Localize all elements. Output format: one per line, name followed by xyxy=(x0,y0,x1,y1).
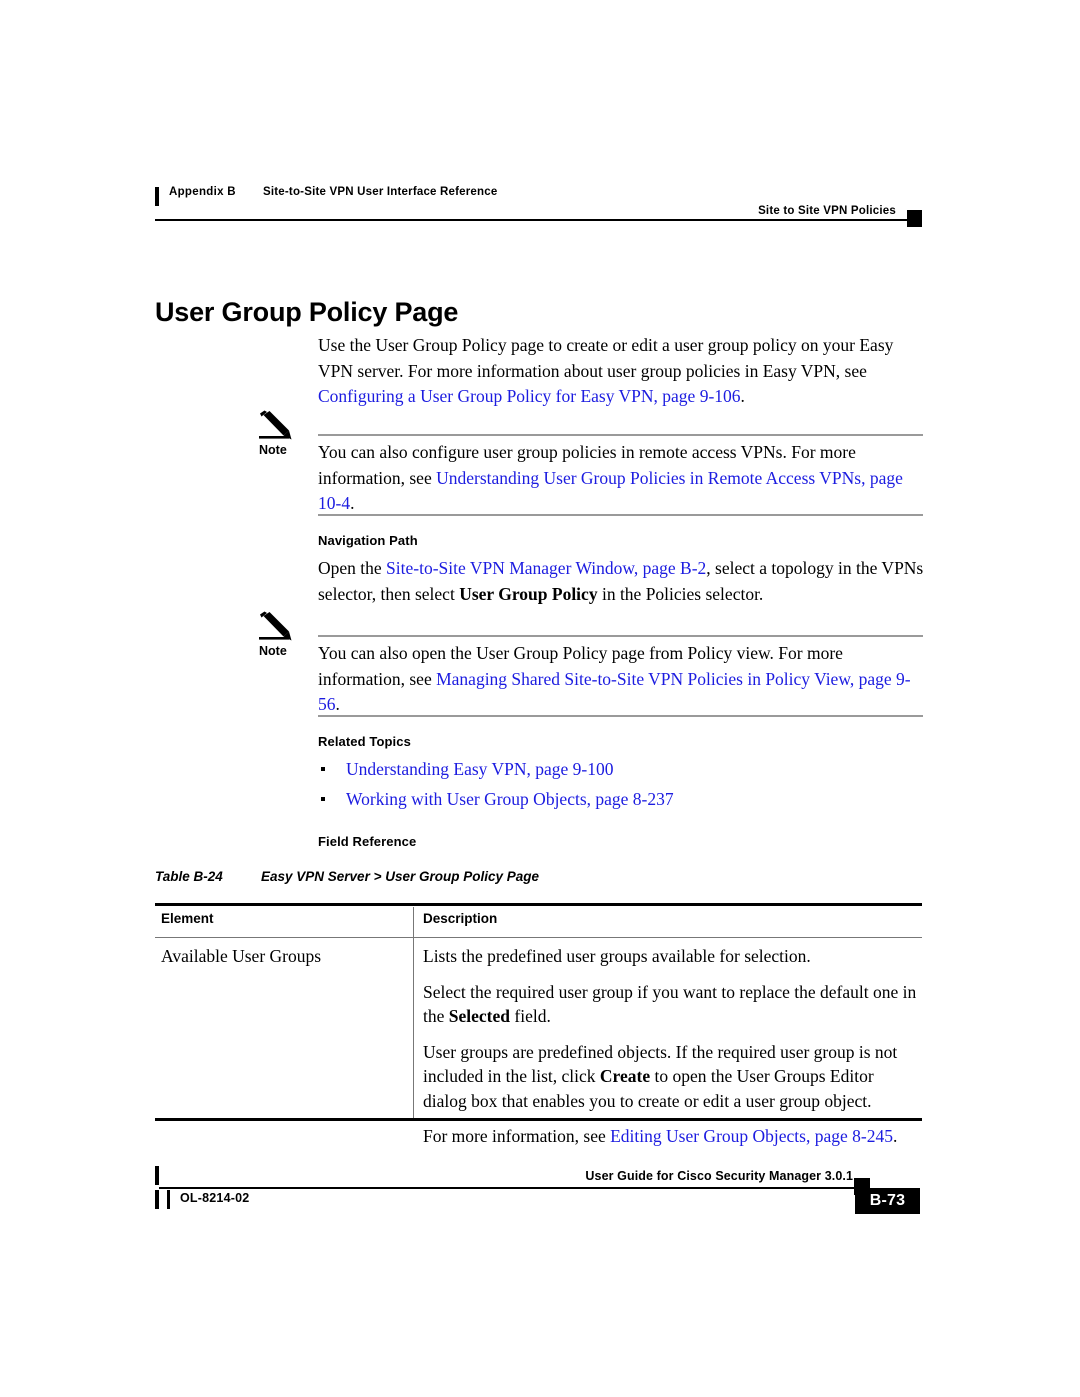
field-reference-heading: Field Reference xyxy=(318,834,417,849)
intro-text-1: Use the User Group Policy page to create… xyxy=(318,335,894,381)
note-rule-top-2 xyxy=(318,635,923,637)
desc-4-link-editing-user-group-objects[interactable]: Editing User Group Objects, page 8-245 xyxy=(610,1126,893,1146)
nav-text-3: in the Policies selector. xyxy=(597,583,764,604)
table-cell-element: Available User Groups xyxy=(161,946,322,966)
desc-2-text-2: field. xyxy=(510,1006,551,1026)
page-title: User Group Policy Page xyxy=(155,297,459,328)
header-end-square xyxy=(907,210,922,227)
table-bottom-border xyxy=(155,1118,922,1121)
desc-3-bold-create: Create xyxy=(599,1066,651,1086)
note-paragraph-1: You can also configure user group polici… xyxy=(318,440,923,517)
footer-margin-tick-bottom-inner xyxy=(167,1190,170,1209)
nav-text-1: Open the xyxy=(318,558,387,578)
footer-document-id: OL-8214-02 xyxy=(180,1191,250,1205)
intro-text-2: . xyxy=(740,386,745,406)
header-section-title: Site to Site VPN Policies xyxy=(758,205,896,217)
note-paragraph-2: You can also open the User Group Policy … xyxy=(318,641,923,718)
description-paragraph-3: User groups are predefined objects. If t… xyxy=(423,1040,919,1114)
navigation-path-block: Open the Site-to-Site VPN Manager Window… xyxy=(318,556,924,607)
note-body-2: You can also open the User Group Policy … xyxy=(318,641,923,718)
note-2-text-2: . xyxy=(335,694,340,714)
table-column-header-description: Description xyxy=(423,911,498,926)
desc-1-text: Lists the predefined user groups availab… xyxy=(423,946,811,966)
description-paragraph-2: Select the required user group if you wa… xyxy=(423,980,919,1029)
document-page: Appendix B Site-to-Site VPN User Interfa… xyxy=(0,0,1080,1397)
footer-rule xyxy=(159,1187,855,1189)
note-label-2: Note xyxy=(259,644,287,658)
header-margin-tick xyxy=(155,187,159,206)
bullet-icon xyxy=(321,797,325,801)
table-header-column-divider xyxy=(413,907,415,937)
note-1-text-2: . xyxy=(350,493,355,513)
header-chapter-title: Site-to-Site VPN User Interface Referenc… xyxy=(263,186,498,198)
description-paragraph-4: For more information, see Editing User G… xyxy=(423,1124,919,1149)
note-label-1: Note xyxy=(259,443,287,457)
pencil-icon xyxy=(259,611,292,641)
nav-link-site-to-site-vpn-manager-window[interactable]: Site-to-Site VPN Manager Window, page B-… xyxy=(386,558,706,578)
table-body-column-divider xyxy=(413,938,415,1118)
running-header: Appendix B Site-to-Site VPN User Interfa… xyxy=(155,186,922,231)
navigation-path-paragraph: Open the Site-to-Site VPN Manager Window… xyxy=(318,556,924,607)
footer-margin-tick-top xyxy=(155,1166,159,1185)
running-footer: User Guide for Cisco Security Manager 3.… xyxy=(150,1166,925,1226)
intro-link-configuring-user-group-policy[interactable]: Configuring a User Group Policy for Easy… xyxy=(318,386,741,406)
table-column-header-element: Element xyxy=(161,911,214,926)
desc-4-text-1: For more information, see xyxy=(423,1126,611,1146)
nav-bold-user-group-policy: User Group Policy xyxy=(459,583,598,604)
related-topic-link-1[interactable]: Understanding Easy VPN, page 9-100 xyxy=(346,757,613,782)
footer-margin-tick-bottom-outer xyxy=(155,1190,159,1209)
footer-page-number-box: B-73 xyxy=(855,1188,920,1214)
intro-paragraph: Use the User Group Policy page to create… xyxy=(318,333,924,410)
footer-guide-title: User Guide for Cisco Security Manager 3.… xyxy=(585,1169,853,1183)
desc-4-text-2: . xyxy=(892,1126,898,1146)
navigation-path-heading: Navigation Path xyxy=(318,533,418,548)
note-rule-bottom-2 xyxy=(318,715,923,717)
table-top-border xyxy=(155,903,922,906)
table-caption-title: Easy VPN Server > User Group Policy Page xyxy=(261,869,540,884)
related-topics-heading: Related Topics xyxy=(318,734,411,749)
desc-2-bold-selected: Selected xyxy=(448,1006,510,1026)
description-paragraph-1: Lists the predefined user groups availab… xyxy=(423,944,919,969)
header-appendix-label: Appendix B xyxy=(169,186,236,198)
pencil-icon xyxy=(259,410,292,440)
footer-page-number: B-73 xyxy=(869,1192,906,1209)
note-body-1: You can also configure user group polici… xyxy=(318,440,923,517)
bullet-icon xyxy=(321,767,325,771)
note-rule-top-1 xyxy=(318,434,923,436)
table-header-border xyxy=(155,937,922,939)
related-topic-link-2[interactable]: Working with User Group Objects, page 8-… xyxy=(346,787,674,812)
note-rule-bottom-1 xyxy=(318,514,923,516)
header-rule xyxy=(155,219,907,221)
intro-paragraph-block: Use the User Group Policy page to create… xyxy=(318,333,924,410)
table-caption-number: Table B-24 xyxy=(155,869,223,884)
